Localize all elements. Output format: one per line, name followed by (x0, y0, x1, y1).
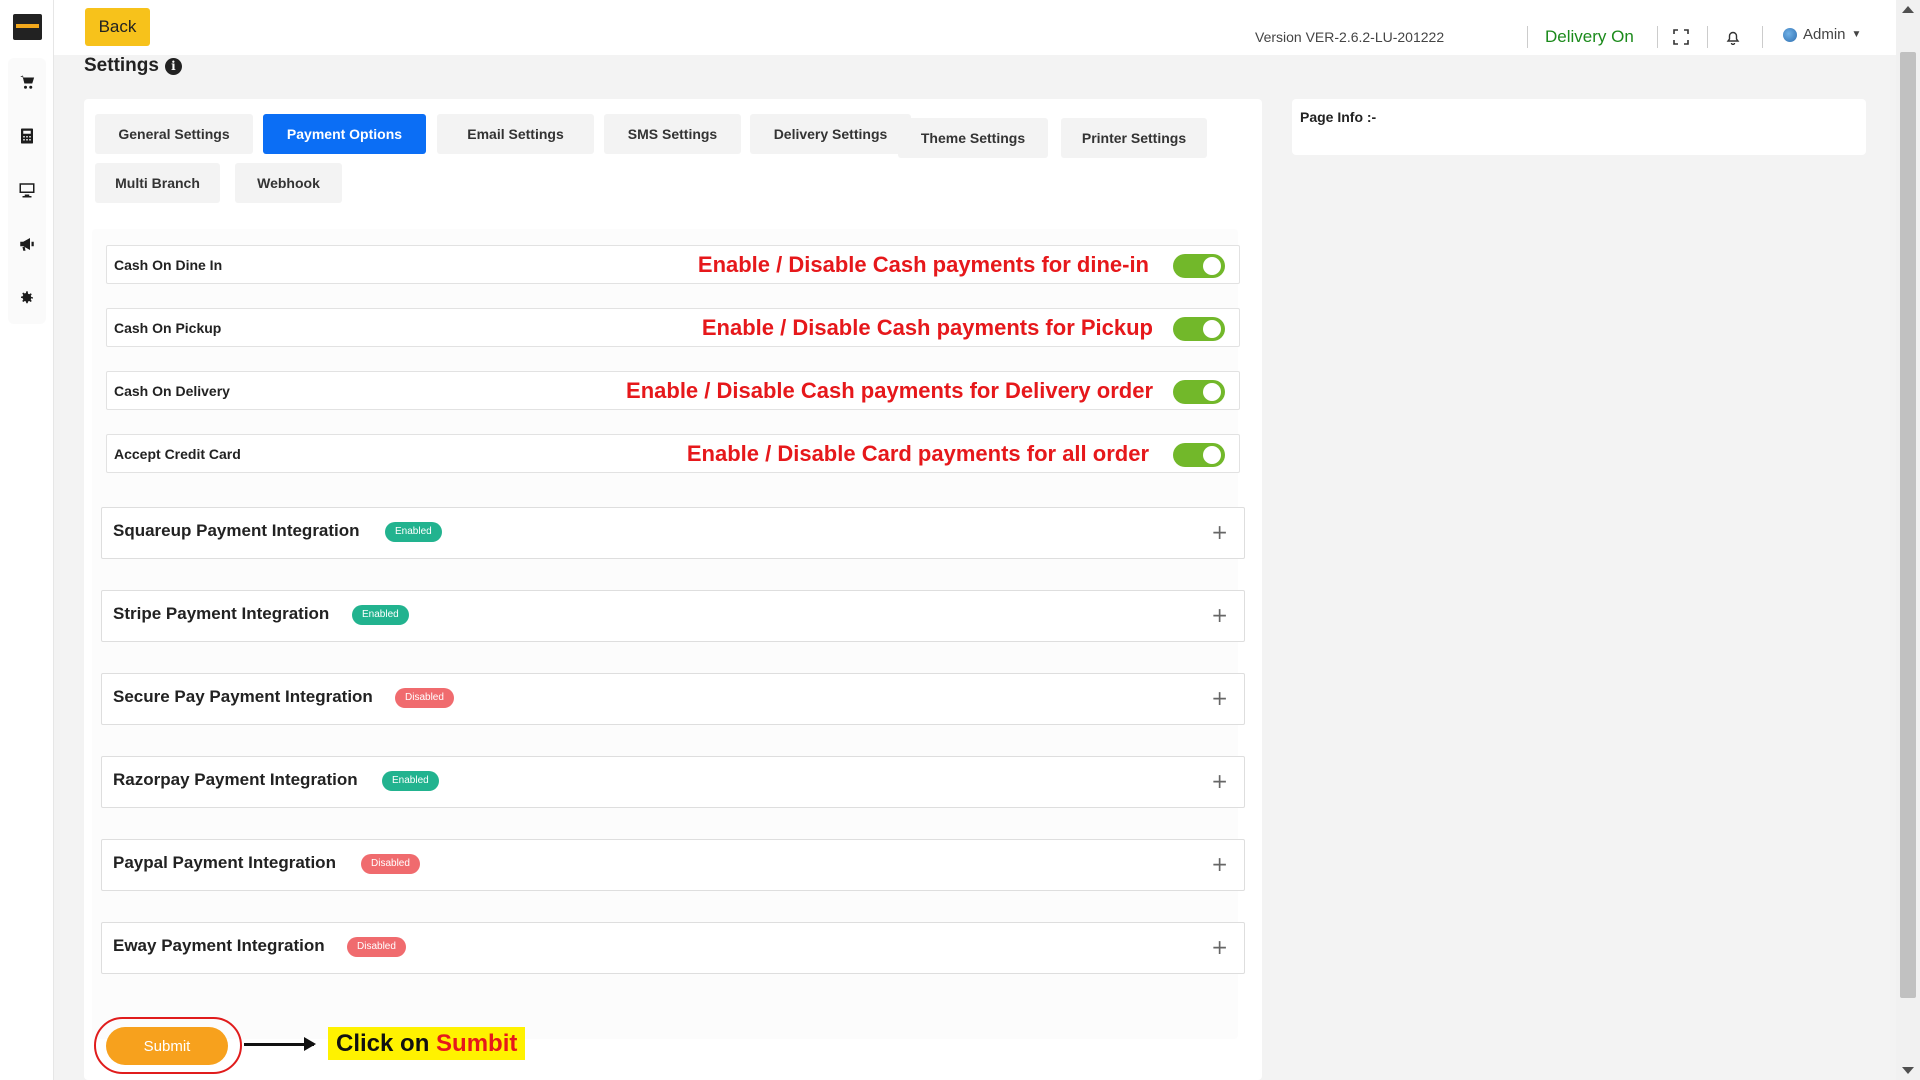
settings-card: General Settings Payment Options Email S… (84, 99, 1262, 1080)
payment-options-panel: Cash On Dine In Enable / Disable Cash pa… (92, 229, 1245, 1039)
accordion-eway[interactable]: Eway Payment Integration Disabled + (101, 922, 1245, 974)
tab-webhook[interactable]: Webhook (235, 163, 342, 203)
bell-icon[interactable] (1722, 26, 1744, 48)
accordion-title: Paypal Payment Integration (113, 853, 336, 872)
status-badge: Disabled (395, 688, 454, 708)
page-title: Settings i (84, 55, 182, 77)
tab-sms-settings[interactable]: SMS Settings (604, 114, 741, 154)
accordion-razorpay[interactable]: Razorpay Payment Integration Enabled + (101, 756, 1245, 808)
version-label: Version VER-2.6.2-LU-201222 (1255, 29, 1445, 45)
cash-pickup-toggle[interactable] (1173, 317, 1225, 341)
option-row-cash-delivery: Cash On Delivery Enable / Disable Cash p… (106, 371, 1240, 410)
page-info-card: Page Info :- (1292, 99, 1866, 155)
accordion-title: Eway Payment Integration (113, 936, 325, 955)
accordion-title: Stripe Payment Integration (113, 604, 330, 623)
annotation-text: Enable / Disable Cash payments for Deliv… (626, 378, 1153, 403)
page-scrollbar[interactable] (1896, 0, 1920, 1080)
option-label: Cash On Dine In (114, 257, 223, 273)
submit-callout: Click on Sumbit (328, 1027, 526, 1060)
plus-icon[interactable]: + (1211, 686, 1228, 710)
annotation-text: Enable / Disable Cash payments for Picku… (701, 315, 1153, 340)
option-row-cash-pickup: Cash On Pickup Enable / Disable Cash pay… (106, 308, 1240, 347)
tab-email-settings[interactable]: Email Settings (437, 114, 594, 154)
cash-dine-in-toggle[interactable] (1173, 254, 1225, 278)
status-badge: Disabled (347, 937, 406, 957)
submit-button[interactable]: Submit (106, 1027, 228, 1065)
tab-delivery-settings[interactable]: Delivery Settings (750, 114, 911, 154)
tab-general-settings[interactable]: General Settings (95, 114, 253, 154)
status-badge: Enabled (352, 605, 409, 625)
accordion-secure-pay[interactable]: Secure Pay Payment Integration Disabled … (101, 673, 1245, 725)
divider (1762, 26, 1763, 48)
status-badge: Enabled (382, 771, 439, 791)
tab-payment-options[interactable]: Payment Options (263, 114, 426, 154)
left-rail (0, 0, 54, 1080)
credit-card-toggle[interactable] (1173, 443, 1225, 467)
tab-theme-settings[interactable]: Theme Settings (898, 118, 1048, 158)
divider (1707, 26, 1708, 48)
status-badge: Disabled (361, 854, 420, 874)
app-logo (13, 14, 42, 40)
back-button[interactable]: Back (85, 8, 150, 46)
status-badge: Enabled (385, 522, 442, 542)
gear-icon[interactable] (8, 279, 46, 317)
submit-highlight: Submit (94, 1017, 242, 1074)
fullscreen-icon[interactable] (1670, 26, 1692, 48)
delivery-status[interactable]: Delivery On (1545, 27, 1634, 47)
annotation-text: Enable / Disable Card payments for all o… (686, 441, 1149, 466)
annotation-arrow (244, 1037, 316, 1051)
plus-icon[interactable]: + (1211, 935, 1228, 959)
accordion-squareup[interactable]: Squareup Payment Integration Enabled + (101, 507, 1245, 559)
callout-text-prefix: Click on (336, 1030, 437, 1057)
option-label: Cash On Pickup (114, 320, 222, 336)
monitor-icon[interactable] (8, 171, 46, 209)
globe-icon (1783, 27, 1797, 42)
plus-icon[interactable]: + (1211, 852, 1228, 876)
plus-icon[interactable]: + (1211, 603, 1228, 627)
callout-text-emphasis: Sumbit (436, 1030, 518, 1057)
calculator-icon[interactable] (8, 117, 46, 155)
accordion-title: Razorpay Payment Integration (113, 770, 358, 789)
scroll-thumb[interactable] (1900, 52, 1916, 998)
divider (1657, 26, 1658, 48)
page-info-label: Page Info :- (1300, 109, 1377, 125)
plus-icon[interactable]: + (1211, 769, 1228, 793)
option-row-credit-card: Accept Credit Card Enable / Disable Card… (106, 434, 1240, 473)
page-title-text: Settings (84, 55, 159, 76)
option-label: Accept Credit Card (114, 446, 241, 462)
tab-printer-settings[interactable]: Printer Settings (1061, 118, 1207, 158)
option-label: Cash On Delivery (114, 383, 230, 399)
scroll-down-arrow[interactable] (1902, 1067, 1914, 1074)
plus-icon[interactable]: + (1211, 520, 1228, 544)
accordion-title: Secure Pay Payment Integration (113, 687, 373, 706)
megaphone-icon[interactable] (8, 225, 46, 263)
accordion-stripe[interactable]: Stripe Payment Integration Enabled + (101, 590, 1245, 642)
option-row-cash-dine-in: Cash On Dine In Enable / Disable Cash pa… (106, 245, 1240, 284)
accordion-title: Squareup Payment Integration (113, 521, 360, 540)
cash-delivery-toggle[interactable] (1173, 380, 1225, 404)
caret-down-icon: ▼ (1851, 29, 1862, 40)
user-name: Admin (1803, 26, 1846, 43)
tab-multi-branch[interactable]: Multi Branch (95, 163, 220, 203)
info-icon[interactable]: i (164, 57, 182, 75)
cart-icon[interactable] (8, 63, 46, 101)
divider (1527, 26, 1528, 48)
accordion-paypal[interactable]: Paypal Payment Integration Disabled + (101, 839, 1245, 891)
scroll-up-arrow[interactable] (1902, 6, 1914, 13)
user-menu[interactable]: Admin ▼ (1783, 26, 1861, 43)
annotation-text: Enable / Disable Cash payments for dine-… (697, 252, 1149, 277)
